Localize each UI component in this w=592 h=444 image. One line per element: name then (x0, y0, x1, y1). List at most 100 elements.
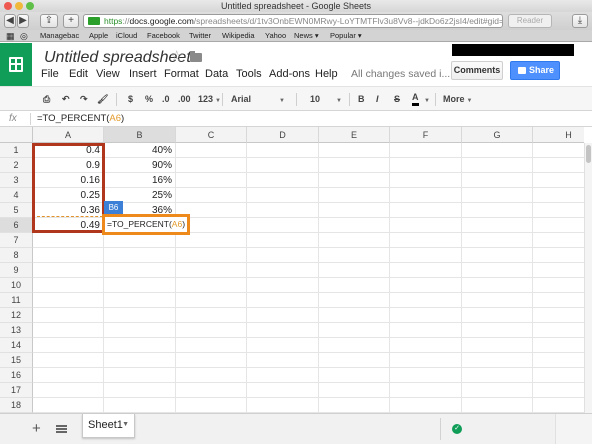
currency-format-button[interactable]: $ (128, 92, 133, 106)
cell-e18[interactable] (319, 398, 390, 413)
cell-c4[interactable] (176, 188, 247, 203)
cell-c9[interactable] (176, 263, 247, 278)
horizontal-scroll-area[interactable] (555, 414, 592, 444)
paint-format-icon[interactable]: 🖌 (97, 92, 108, 106)
cell-b12[interactable] (104, 308, 176, 323)
downloads-button[interactable]: ⤓ (572, 14, 588, 28)
star-icon[interactable]: ☆ (170, 47, 183, 65)
menu-insert[interactable]: Insert (129, 68, 157, 80)
cell-d4[interactable] (247, 188, 319, 203)
cell-h8[interactable] (533, 248, 584, 263)
cell-a12[interactable] (33, 308, 104, 323)
cell-a9[interactable] (33, 263, 104, 278)
menu-format[interactable]: Format (164, 68, 199, 80)
forward-button[interactable]: ▶ (17, 14, 29, 28)
cell-e1[interactable] (319, 143, 390, 158)
bookmark-item[interactable]: Wikipedia (222, 30, 255, 42)
folder-icon[interactable] (190, 51, 202, 62)
cell-h15[interactable] (533, 353, 584, 368)
cell-c1[interactable] (176, 143, 247, 158)
cell-d12[interactable] (247, 308, 319, 323)
sheet-tab[interactable]: Sheet1 ▼ (82, 414, 135, 438)
cell-c16[interactable] (176, 368, 247, 383)
row-header-4[interactable]: 4 (0, 188, 33, 203)
vertical-scrollbar[interactable] (584, 143, 592, 413)
formula-input[interactable]: =TO_PERCENT(A6) (37, 111, 124, 126)
cell-f3[interactable] (390, 173, 462, 188)
cell-g10[interactable] (462, 278, 533, 293)
row-header-6[interactable]: 6 (0, 218, 33, 233)
cell-f16[interactable] (390, 368, 462, 383)
row-header-18[interactable]: 18 (0, 398, 33, 413)
row-header-8[interactable]: 8 (0, 248, 33, 263)
cell-f13[interactable] (390, 323, 462, 338)
cell-g7[interactable] (462, 233, 533, 248)
cell-g4[interactable] (462, 188, 533, 203)
all-sheets-icon[interactable] (56, 425, 67, 433)
undo-icon[interactable]: ↶ (62, 92, 70, 106)
back-button[interactable]: ◀ (4, 14, 16, 28)
bookmark-item[interactable]: Managebac (40, 30, 79, 42)
cell-h3[interactable] (533, 173, 584, 188)
bookmark-item[interactable]: Apple (89, 30, 108, 42)
number-format-dropdown[interactable]: 123 ▼ (198, 92, 221, 108)
cell-d10[interactable] (247, 278, 319, 293)
cell-b9[interactable] (104, 263, 176, 278)
sheets-logo[interactable] (0, 43, 32, 86)
cell-f10[interactable] (390, 278, 462, 293)
cell-e13[interactable] (319, 323, 390, 338)
cell-c3[interactable] (176, 173, 247, 188)
cell-b3[interactable]: 16% (104, 173, 176, 188)
cell-f4[interactable] (390, 188, 462, 203)
cell-b8[interactable] (104, 248, 176, 263)
cell-f8[interactable] (390, 248, 462, 263)
cell-g1[interactable] (462, 143, 533, 158)
cell-e17[interactable] (319, 383, 390, 398)
cell-b1[interactable]: 40% (104, 143, 176, 158)
cell-g16[interactable] (462, 368, 533, 383)
redo-icon[interactable]: ↷ (80, 92, 88, 106)
column-header-a[interactable]: A (33, 127, 104, 143)
new-tab-button[interactable]: + (63, 14, 79, 28)
chevron-down-icon[interactable]: ▼ (122, 414, 129, 436)
cell-h2[interactable] (533, 158, 584, 173)
cell-a18[interactable] (33, 398, 104, 413)
cell-h10[interactable] (533, 278, 584, 293)
cell-e7[interactable] (319, 233, 390, 248)
cell-d2[interactable] (247, 158, 319, 173)
cell-c14[interactable] (176, 338, 247, 353)
scrollbar-thumb[interactable] (586, 145, 591, 163)
cell-b18[interactable] (104, 398, 176, 413)
cell-c10[interactable] (176, 278, 247, 293)
column-header-g[interactable]: G (462, 127, 533, 143)
cell-b16[interactable] (104, 368, 176, 383)
cell-f18[interactable] (390, 398, 462, 413)
cell-d8[interactable] (247, 248, 319, 263)
close-window-icon[interactable] (4, 2, 12, 10)
chevron-down-icon[interactable]: ▼ (422, 92, 430, 108)
bookmark-item[interactable]: Popular ▾ (330, 30, 362, 42)
cell-c15[interactable] (176, 353, 247, 368)
select-all-corner[interactable] (0, 127, 33, 143)
add-sheet-button[interactable]: + (32, 420, 41, 438)
row-header-14[interactable]: 14 (0, 338, 33, 353)
cell-a7[interactable] (33, 233, 104, 248)
cell-e5[interactable] (319, 203, 390, 218)
cell-e10[interactable] (319, 278, 390, 293)
cell-g13[interactable] (462, 323, 533, 338)
cell-d14[interactable] (247, 338, 319, 353)
cell-g5[interactable] (462, 203, 533, 218)
row-header-17[interactable]: 17 (0, 383, 33, 398)
cell-f5[interactable] (390, 203, 462, 218)
cell-c8[interactable] (176, 248, 247, 263)
bookmarks-grid-icon[interactable]: ▦ (6, 30, 15, 42)
cell-h13[interactable] (533, 323, 584, 338)
more-button[interactable]: More ▼ (443, 92, 472, 108)
explore-check-icon[interactable]: ✓ (452, 424, 462, 434)
menu-tools[interactable]: Tools (236, 68, 262, 80)
comments-button[interactable]: Comments (451, 61, 503, 80)
cell-h4[interactable] (533, 188, 584, 203)
cell-f1[interactable] (390, 143, 462, 158)
cell-g8[interactable] (462, 248, 533, 263)
cell-c12[interactable] (176, 308, 247, 323)
